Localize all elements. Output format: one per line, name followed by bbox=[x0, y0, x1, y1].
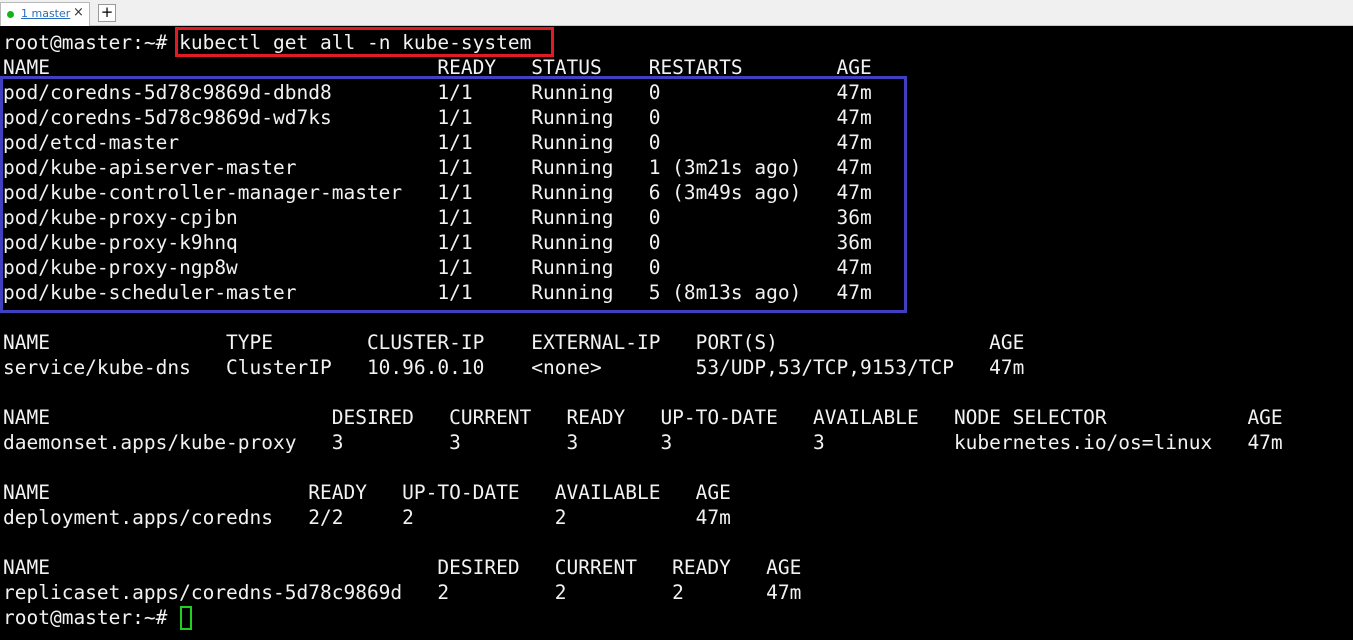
service-row: service/kube-dns ClusterIP 10.96.0.10 <n… bbox=[3, 356, 1025, 379]
daemonset-row: daemonset.apps/kube-proxy 3 3 3 3 3 kube… bbox=[3, 431, 1283, 454]
services-header: NAME TYPE CLUSTER-IP EXTERNAL-IP PORT(S)… bbox=[3, 331, 1025, 354]
deployment-row: deployment.apps/coredns 2/2 2 2 47m bbox=[3, 506, 731, 529]
pods-highlight-box bbox=[0, 76, 907, 313]
tab-master[interactable]: 1 master × bbox=[0, 2, 90, 26]
final-prompt: root@master:~# bbox=[3, 606, 180, 629]
deployments-header: NAME READY UP-TO-DATE AVAILABLE AGE bbox=[3, 481, 731, 504]
tab-title: 1 master bbox=[21, 7, 71, 20]
terminal-cursor bbox=[180, 606, 192, 630]
close-icon[interactable]: × bbox=[73, 5, 84, 20]
prompt-text: root@master:~# bbox=[3, 31, 180, 54]
new-tab-button[interactable]: + bbox=[98, 4, 116, 22]
tab-bar: 1 master × + bbox=[0, 0, 1353, 26]
replicaset-row: replicaset.apps/coredns-5d78c9869d 2 2 2… bbox=[3, 581, 802, 604]
connection-status-icon bbox=[7, 11, 14, 18]
replicasets-header: NAME DESIRED CURRENT READY AGE bbox=[3, 556, 802, 579]
command-highlight-box bbox=[175, 27, 554, 57]
daemonsets-header: NAME DESIRED CURRENT READY UP-TO-DATE AV… bbox=[3, 406, 1283, 429]
